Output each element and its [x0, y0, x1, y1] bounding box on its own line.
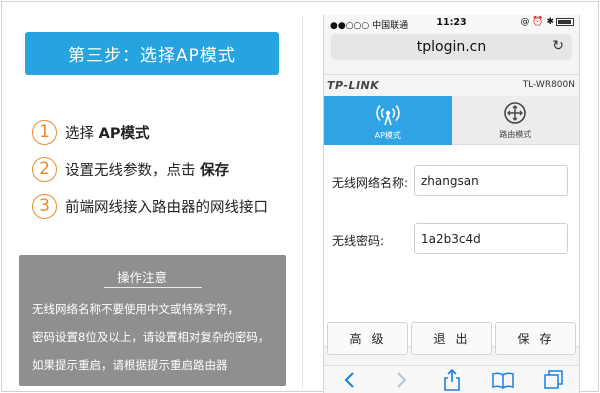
- status-icons: @ ⏰ ✱: [521, 17, 574, 27]
- url-text: tplogin.cn: [416, 39, 487, 55]
- tab-ap-mode-label: AP模式: [374, 130, 401, 140]
- status-bar: ●●○○○ 中国联通 11:23 @ ⏰ ✱: [324, 15, 579, 32]
- reload-icon[interactable]: ↻: [552, 38, 564, 54]
- exit-button[interactable]: 退出: [411, 322, 492, 355]
- step-list: 1 选择 AP模式 2 设置无线参数，点击 保存 3 前端网线接入路由器的网线接…: [32, 119, 297, 230]
- forward-icon[interactable]: [389, 368, 413, 392]
- router-header: TP-LINK TL-WR800N: [324, 74, 579, 96]
- step-item-3: 3 前端网线接入路由器的网线接口: [32, 193, 297, 219]
- tab-ap-mode[interactable]: AP模式: [324, 96, 452, 145]
- password-label: 无线密码:: [332, 234, 385, 248]
- step-text-3: 前端网线接入路由器的网线接口: [65, 199, 268, 216]
- browser-toolbar: [324, 365, 579, 393]
- save-button[interactable]: 保存: [495, 322, 576, 355]
- router-mode-icon: [502, 100, 528, 126]
- ssid-label: 无线网络名称:: [332, 176, 409, 190]
- ssid-input[interactable]: [414, 165, 568, 196]
- step-text-1: 选择 AP模式: [65, 125, 150, 142]
- notice-title: 操作注意: [117, 270, 168, 285]
- wireless-form: 无线网络名称: 无线密码:: [324, 145, 579, 347]
- notice-line-3: 如果提示重启，请根据提示重启路由器: [32, 358, 228, 372]
- notice-line-1: 无线网络名称不要使用中文或特殊字符，: [32, 302, 239, 316]
- action-buttons: 高级 退出 保存: [324, 322, 579, 358]
- notice-line-2: 密码设置8位及以上，请设置相对复杂的密码，: [32, 330, 270, 344]
- notice-box: 操作注意 无线网络名称不要使用中文或特殊字符， 密码设置8位及以上，请设置相对复…: [19, 255, 286, 386]
- back-icon[interactable]: [338, 368, 362, 392]
- wifi-signal-icon: [375, 101, 401, 127]
- tab-router-mode-label: 路由模式: [499, 130, 532, 139]
- mode-tabs: AP模式 路由模式: [324, 96, 579, 145]
- divider: [302, 16, 303, 388]
- notice-body: 无线网络名称不要使用中文或特殊字符， 密码设置8位及以上，请设置相对复杂的密码，…: [32, 295, 269, 379]
- step-number-3: 3: [32, 193, 57, 219]
- notice-underline: [104, 287, 202, 288]
- step-number-2: 2: [32, 156, 57, 182]
- step-title: 第三步：选择AP模式: [25, 32, 279, 75]
- password-input[interactable]: [414, 223, 568, 254]
- bookmarks-icon[interactable]: [491, 368, 515, 392]
- tabs-icon[interactable]: [542, 368, 566, 392]
- step-text-2: 设置无线参数，点击 保存: [65, 162, 230, 179]
- step-item-2: 2 设置无线参数，点击 保存: [32, 156, 297, 182]
- address-bar[interactable]: tplogin.cn ↻: [331, 34, 572, 60]
- tplink-logo: TP-LINK: [327, 79, 380, 92]
- advanced-button[interactable]: 高级: [327, 322, 408, 355]
- tab-router-mode[interactable]: 路由模式: [451, 96, 579, 145]
- router-model: TL-WR800N: [522, 80, 575, 90]
- share-icon[interactable]: [440, 368, 464, 392]
- phone-screen: ●●○○○ 中国联通 11:23 @ ⏰ ✱ tplogin.cn ↻ TP-L…: [323, 15, 580, 393]
- battery-icon: [556, 17, 574, 26]
- step-item-1: 1 选择 AP模式: [32, 119, 297, 145]
- step-number-1: 1: [32, 119, 57, 145]
